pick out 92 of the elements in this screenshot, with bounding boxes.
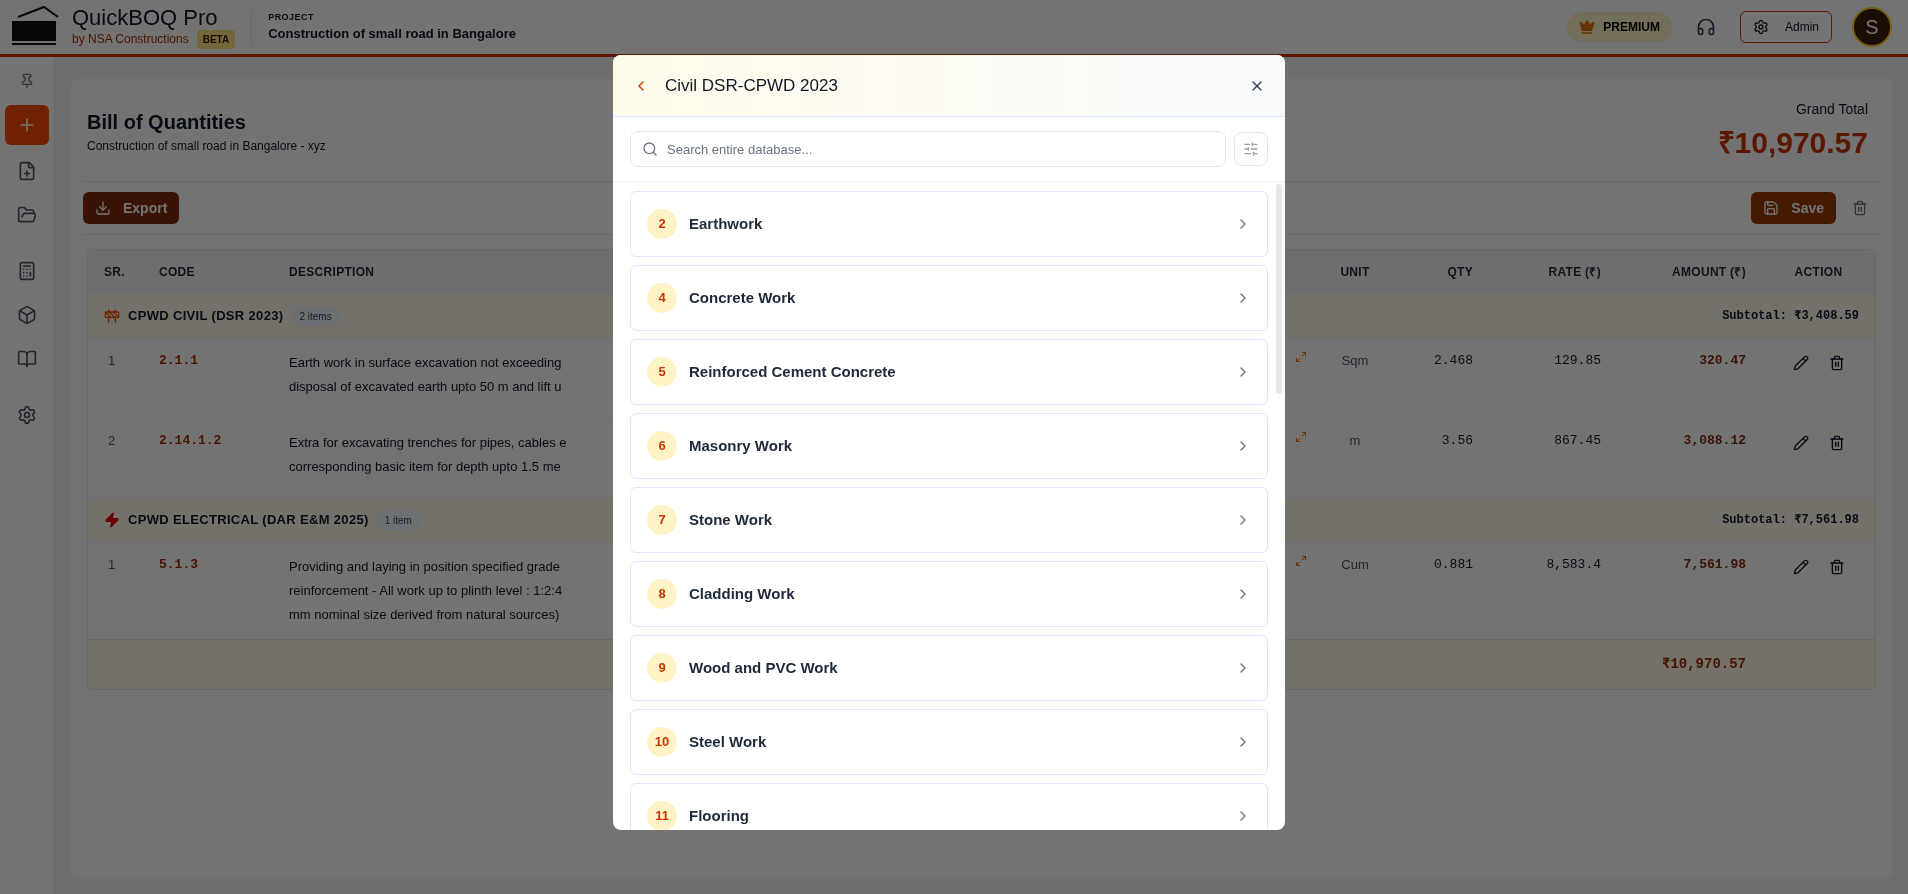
settings-icon[interactable] [17, 405, 37, 425]
expand-icon[interactable] [1295, 431, 1307, 443]
save-icon [1763, 200, 1780, 216]
unit-cell-text: Sqm [1340, 352, 1370, 370]
rate-cell-text: 867.45 [1553, 432, 1602, 450]
settings-icon [1753, 19, 1769, 35]
column-header: DESCRIPTION [288, 264, 376, 281]
qty-cell-text: 3.56 [1440, 432, 1474, 450]
description-text: disposal of excavated earth upto 50 m and lift u [289, 378, 562, 396]
search-field[interactable]: Search entire database... [630, 131, 1226, 167]
row-number: 1 [107, 352, 117, 370]
unit-cell-text: m [1348, 432, 1362, 450]
grand-total-label: Grand Total [1795, 100, 1868, 119]
category-item[interactable]: 5 Reinforced Cement Concrete [630, 339, 1268, 405]
column-header: RATE (₹) [1547, 264, 1602, 281]
category-item[interactable]: 2 Earthwork [630, 191, 1268, 257]
project-name: Construction of small road in Bangalore [268, 25, 516, 43]
delete-icon[interactable] [1852, 200, 1868, 216]
grand-total: ₹10,970.57 [1717, 125, 1868, 161]
description-text: mm nominal size derived from natural sources) [289, 606, 561, 624]
column-header: QTY [1446, 264, 1474, 281]
edit-icon[interactable] [1792, 435, 1809, 451]
app-name: QuickBOQ Pro [72, 5, 219, 30]
dialog-title: Civil DSR-CPWD 2023 [665, 74, 838, 97]
item-count: 2 items [291, 306, 340, 326]
category-item[interactable]: 11 Flooring [630, 783, 1268, 830]
delete-icon[interactable] [1828, 435, 1845, 451]
expand-icon[interactable] [1295, 351, 1307, 363]
category-item[interactable]: 10 Steel Work [630, 709, 1268, 775]
folder-icon[interactable] [17, 205, 37, 225]
description-text: Providing and laying in position specified grade [289, 558, 561, 576]
qty-cell-text: 2.468 [1433, 352, 1474, 370]
unit-cell-text: Cum [1340, 556, 1370, 574]
column-header: ACTION [1793, 264, 1844, 281]
delete-icon[interactable] [1828, 355, 1845, 371]
page-subtitle: Construction of small road in Bangalore - xyz [87, 138, 326, 155]
item-code: 2.14.1.2 [158, 432, 223, 450]
lightning-icon [104, 512, 120, 528]
category-item[interactable]: 8 Cladding Work [630, 561, 1268, 627]
filter-button[interactable] [1234, 132, 1268, 166]
table-total: ₹10,970.57 [1660, 655, 1747, 674]
box-icon[interactable] [17, 305, 37, 325]
category-item[interactable]: 4 Concrete Work [630, 265, 1268, 331]
expand-icon[interactable] [1295, 555, 1307, 567]
admin-button[interactable]: Admin [1740, 11, 1832, 43]
column-header: UNIT [1339, 264, 1371, 281]
item-code: 2.1.1 [158, 352, 199, 370]
description-text: reinforcement - All work up to plinth level : 1:2:4 [289, 582, 563, 600]
edit-icon[interactable] [1792, 355, 1809, 371]
new-file-icon[interactable] [17, 161, 37, 181]
filter-icon [1243, 141, 1259, 157]
category-item[interactable]: 6 Masonry Work [630, 413, 1268, 479]
rate-cell-text: 129.85 [1553, 352, 1602, 370]
construction-icon [104, 308, 120, 324]
scrollbar[interactable] [1276, 184, 1282, 394]
group-subtotal: Subtotal: ₹7,561.98 [1722, 512, 1859, 529]
group-subtotal: Subtotal: ₹3,408.59 [1722, 308, 1859, 325]
category-item[interactable]: 9 Wood and PVC Work [630, 635, 1268, 701]
item-count: 1 item [376, 510, 420, 530]
project-label: PROJECT [268, 10, 315, 24]
rate-cell-text: 8,583.4 [1545, 556, 1602, 574]
description-text: corresponding basic item for depth upto 1.5 me [289, 458, 562, 476]
column-header: AMOUNT (₹) [1671, 264, 1747, 281]
download-icon [95, 200, 111, 216]
add-button[interactable] [5, 105, 49, 145]
beta-badge: BETA [196, 29, 236, 49]
group-name: CPWD ELECTRICAL (DAR E&M 2025) [128, 511, 369, 530]
premium-badge: PREMIUM [1567, 12, 1672, 42]
column-header: SR. [103, 264, 126, 281]
amount-cell-text: 3,088.12 [1682, 432, 1747, 450]
row-number: 1 [107, 556, 117, 574]
amount-cell-text: 7,561.98 [1682, 556, 1747, 574]
book-icon[interactable] [17, 349, 37, 369]
item-code: 5.1.3 [158, 556, 199, 574]
group-name: CPWD CIVIL (DSR 2023) [128, 307, 284, 326]
headset-icon [1696, 17, 1716, 37]
delete-icon[interactable] [1828, 559, 1845, 575]
column-header: CODE [158, 264, 196, 281]
page-title: Bill of Quantities [87, 110, 247, 135]
calculator-icon[interactable] [17, 261, 37, 281]
search-icon [642, 141, 658, 157]
row-number: 2 [107, 432, 117, 450]
edit-icon[interactable] [1792, 559, 1809, 575]
description-text: Extra for excavating trenches for pipes, cables e [289, 434, 567, 452]
app-byline: by NSA Constructions [72, 31, 189, 48]
user-avatar[interactable]: S [1852, 7, 1892, 47]
category-item[interactable]: 7 Stone Work [630, 487, 1268, 553]
amount-cell-text: 320.47 [1698, 352, 1747, 370]
pin-icon[interactable] [19, 73, 35, 89]
description-text: Earth work in surface excavation not exceeding [289, 354, 562, 372]
crown-icon [1579, 19, 1596, 35]
qty-cell-text: 0.881 [1433, 556, 1474, 574]
